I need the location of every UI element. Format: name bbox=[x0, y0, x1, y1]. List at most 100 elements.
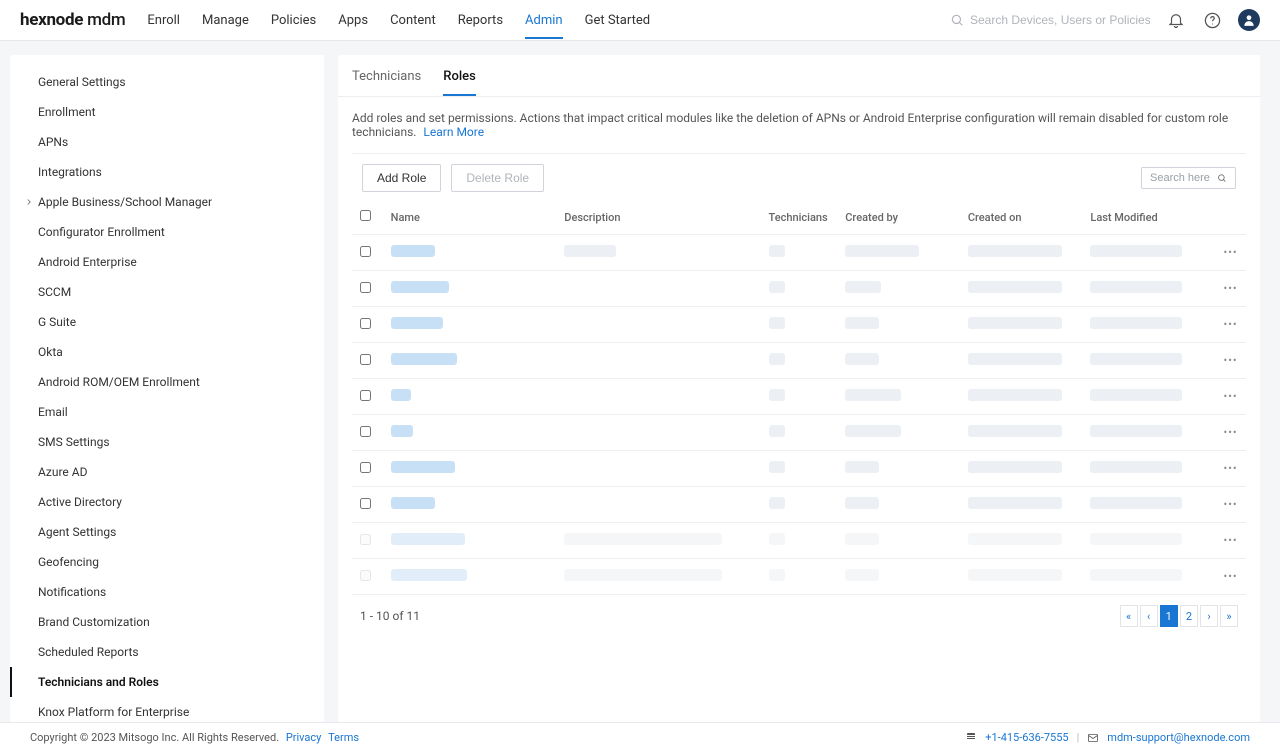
pager-page-1[interactable]: 1 bbox=[1160, 605, 1178, 627]
table-row[interactable]: ••• bbox=[352, 451, 1246, 487]
pager-prev[interactable]: ‹ bbox=[1140, 605, 1158, 627]
sidebar-item-geofencing[interactable]: Geofencing bbox=[10, 547, 324, 577]
sidebar-item-apns[interactable]: APNs bbox=[10, 127, 324, 157]
sidebar-item-scheduled-reports[interactable]: Scheduled Reports bbox=[10, 637, 324, 667]
sidebar-item-android-rom-oem-enrollment[interactable]: Android ROM/OEM Enrollment bbox=[10, 367, 324, 397]
row-checkbox[interactable] bbox=[360, 390, 371, 401]
global-search-input[interactable] bbox=[970, 13, 1150, 27]
cell-created-on bbox=[968, 497, 1062, 509]
pager-page-2[interactable]: 2 bbox=[1180, 605, 1198, 627]
sidebar-item-active-directory[interactable]: Active Directory bbox=[10, 487, 324, 517]
col-last-modified[interactable]: Last Modified bbox=[1082, 200, 1215, 235]
row-checkbox[interactable] bbox=[360, 354, 371, 365]
row-menu-button[interactable]: ••• bbox=[1215, 415, 1246, 451]
search-icon bbox=[950, 13, 964, 27]
row-checkbox[interactable] bbox=[360, 462, 371, 473]
support-email[interactable]: mdm-support@hexnode.com bbox=[1107, 731, 1250, 744]
pager-next[interactable]: › bbox=[1200, 605, 1218, 627]
nav-content[interactable]: Content bbox=[390, 2, 436, 39]
cell-created-on bbox=[968, 353, 1062, 365]
help-icon[interactable] bbox=[1202, 10, 1222, 30]
sidebar-item-okta[interactable]: Okta bbox=[10, 337, 324, 367]
col-technicians[interactable]: Technicians bbox=[761, 200, 838, 235]
row-menu-button[interactable]: ••• bbox=[1215, 343, 1246, 379]
row-menu-button[interactable]: ••• bbox=[1215, 271, 1246, 307]
sidebar-item-android-enterprise[interactable]: Android Enterprise bbox=[10, 247, 324, 277]
row-checkbox[interactable] bbox=[360, 318, 371, 329]
row-menu-button[interactable]: ••• bbox=[1215, 235, 1246, 271]
pager-first[interactable]: « bbox=[1120, 605, 1138, 627]
row-menu-button[interactable]: ••• bbox=[1215, 559, 1246, 595]
table-search[interactable] bbox=[1141, 167, 1236, 189]
sidebar-item-label: Geofencing bbox=[38, 555, 99, 569]
table-row[interactable]: ••• bbox=[352, 307, 1246, 343]
sidebar-item-g-suite[interactable]: G Suite bbox=[10, 307, 324, 337]
row-menu-button[interactable]: ••• bbox=[1215, 487, 1246, 523]
sidebar-item-enrollment[interactable]: Enrollment bbox=[10, 97, 324, 127]
pager: «‹12›» bbox=[1120, 605, 1238, 627]
row-checkbox[interactable] bbox=[360, 246, 371, 257]
nav-reports[interactable]: Reports bbox=[458, 2, 503, 39]
avatar[interactable] bbox=[1238, 9, 1260, 31]
col-description[interactable]: Description bbox=[556, 200, 760, 235]
col-name[interactable]: Name bbox=[383, 200, 557, 235]
sidebar-item-integrations[interactable]: Integrations bbox=[10, 157, 324, 187]
sidebar-item-email[interactable]: Email bbox=[10, 397, 324, 427]
cell-name bbox=[391, 281, 449, 293]
row-menu-button[interactable]: ••• bbox=[1215, 451, 1246, 487]
sidebar-item-brand-customization[interactable]: Brand Customization bbox=[10, 607, 324, 637]
sidebar-item-configurator-enrollment[interactable]: Configurator Enrollment bbox=[10, 217, 324, 247]
sidebar-item-notifications[interactable]: Notifications bbox=[10, 577, 324, 607]
table-row[interactable]: ••• bbox=[352, 487, 1246, 523]
row-menu-button[interactable]: ••• bbox=[1215, 379, 1246, 415]
row-menu-button[interactable]: ••• bbox=[1215, 307, 1246, 343]
tab-technicians[interactable]: Technicians bbox=[352, 69, 421, 96]
cell-last-modified bbox=[1090, 425, 1182, 437]
add-role-button[interactable]: Add Role bbox=[362, 164, 441, 192]
col-created-by[interactable]: Created by bbox=[837, 200, 960, 235]
tab-roles[interactable]: Roles bbox=[443, 69, 476, 96]
nav-enroll[interactable]: Enroll bbox=[147, 2, 180, 39]
notifications-icon[interactable] bbox=[1166, 10, 1186, 30]
pager-last[interactable]: » bbox=[1220, 605, 1238, 627]
table-row[interactable]: ••• bbox=[352, 271, 1246, 307]
nav-policies[interactable]: Policies bbox=[271, 2, 316, 39]
table-row[interactable]: ••• bbox=[352, 235, 1246, 271]
subtabs: Technicians Roles bbox=[338, 55, 1260, 96]
sidebar-item-agent-settings[interactable]: Agent Settings bbox=[10, 517, 324, 547]
nav-admin[interactable]: Admin bbox=[525, 2, 563, 39]
panel-body: Add Role Delete Role Name Description Te… bbox=[352, 153, 1246, 708]
row-checkbox bbox=[360, 534, 371, 545]
table-row[interactable]: ••• bbox=[352, 523, 1246, 559]
table-row[interactable]: ••• bbox=[352, 559, 1246, 595]
sidebar-item-azure-ad[interactable]: Azure AD bbox=[10, 457, 324, 487]
terms-link[interactable]: Terms bbox=[328, 731, 359, 744]
table-search-input[interactable] bbox=[1150, 172, 1211, 184]
sidebar-item-general-settings[interactable]: General Settings bbox=[10, 67, 324, 97]
cell-created-on bbox=[968, 533, 1062, 545]
select-all-checkbox[interactable] bbox=[360, 210, 371, 221]
table-row[interactable]: ••• bbox=[352, 343, 1246, 379]
row-menu-button[interactable]: ••• bbox=[1215, 523, 1246, 559]
nav-get-started[interactable]: Get Started bbox=[585, 2, 650, 39]
sidebar-item-apple-business-school-manager[interactable]: Apple Business/School Manager bbox=[10, 187, 324, 217]
privacy-link[interactable]: Privacy bbox=[286, 731, 322, 744]
global-search[interactable] bbox=[950, 13, 1150, 27]
nav-apps[interactable]: Apps bbox=[338, 2, 368, 39]
row-checkbox[interactable] bbox=[360, 426, 371, 437]
sidebar-item-label: Active Directory bbox=[38, 495, 122, 509]
row-checkbox[interactable] bbox=[360, 498, 371, 509]
table-row[interactable]: ••• bbox=[352, 415, 1246, 451]
row-checkbox[interactable] bbox=[360, 282, 371, 293]
sidebar-item-technicians-and-roles[interactable]: Technicians and Roles bbox=[10, 667, 324, 697]
sidebar-item-label: Apple Business/School Manager bbox=[38, 195, 212, 209]
sidebar-item-sccm[interactable]: SCCM bbox=[10, 277, 324, 307]
sidebar-item-sms-settings[interactable]: SMS Settings bbox=[10, 427, 324, 457]
table-row[interactable]: ••• bbox=[352, 379, 1246, 415]
support-phone[interactable]: +1-415-636-7555 bbox=[985, 731, 1068, 744]
col-created-on[interactable]: Created on bbox=[960, 200, 1083, 235]
nav-manage[interactable]: Manage bbox=[202, 2, 249, 39]
learn-more-link[interactable]: Learn More bbox=[423, 125, 484, 139]
sidebar-item-knox-platform-for-enterprise[interactable]: Knox Platform for Enterprise bbox=[10, 697, 324, 722]
cell-name bbox=[391, 425, 413, 437]
